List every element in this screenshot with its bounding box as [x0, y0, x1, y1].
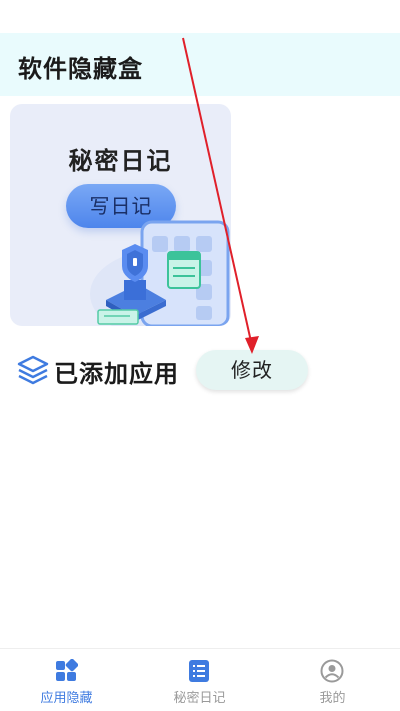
nav-label-secret-diary: 秘密日记	[173, 691, 226, 706]
section-title: 已添加应用	[54, 360, 179, 388]
layers-icon	[17, 355, 49, 385]
list-icon	[189, 660, 209, 682]
nav-item-secret-diary[interactable]: 秘密日记	[133, 649, 266, 711]
app-header: 软件隐藏盒	[0, 33, 400, 96]
card-title: 秘密日记	[68, 147, 173, 175]
person-icon	[320, 659, 344, 683]
screen: 软件隐藏盒 秘密日记 写日记 已添加应用 修改 应用隐藏 秘密日记 我的	[0, 0, 400, 711]
secret-diary-card[interactable]: 秘密日记 写日记	[10, 104, 231, 326]
page-title: 软件隐藏盒	[18, 55, 143, 83]
nav-item-profile[interactable]: 我的	[266, 649, 399, 711]
added-apps-section: 已添加应用 修改	[0, 340, 400, 400]
nav-label-profile: 我的	[319, 691, 346, 706]
bottom-navigation: 应用隐藏 秘密日记 我的	[0, 648, 400, 711]
grid-icon	[56, 659, 78, 681]
nav-label-app-hide: 应用隐藏	[40, 691, 93, 706]
nav-item-app-hide[interactable]: 应用隐藏	[0, 649, 133, 711]
diary-illustration	[90, 220, 230, 326]
edit-apps-button[interactable]: 修改	[196, 350, 308, 390]
